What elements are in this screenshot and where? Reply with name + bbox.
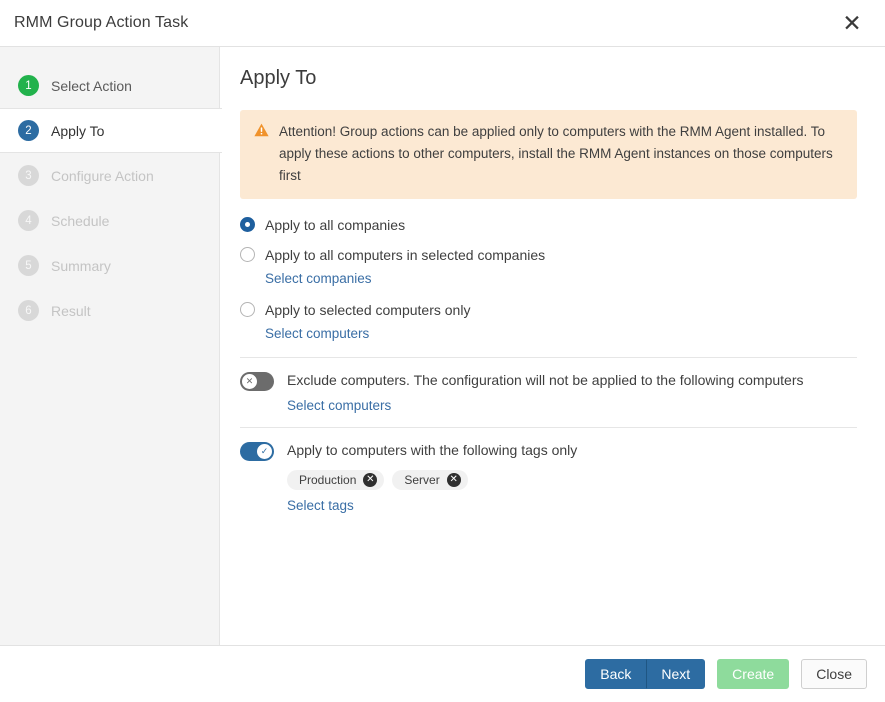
tag-remove-icon[interactable]: ✕: [363, 472, 378, 487]
toggle-knob: ✓: [257, 443, 272, 459]
tag-remove-icon[interactable]: ✕: [446, 472, 461, 487]
apply-tags-row: ✓ Apply to computers with the following …: [240, 441, 857, 515]
next-button[interactable]: Next: [646, 659, 706, 689]
select-companies-link[interactable]: Select companies: [265, 271, 857, 286]
step-label: Summary: [51, 257, 111, 274]
apply-tags-label: Apply to computers with the following ta…: [287, 441, 578, 458]
exclude-computers-body: Exclude computers. The configuration wil…: [287, 371, 803, 415]
alert-message: Attention! Group actions can be applied …: [279, 124, 833, 183]
sidebar-step-summary: 5 Summary: [0, 243, 219, 288]
step-label: Select Action: [51, 77, 132, 94]
create-button[interactable]: Create: [717, 659, 790, 689]
close-button[interactable]: Close: [801, 659, 867, 689]
radio-indicator[interactable]: [240, 247, 255, 263]
radio-label: Apply to all companies: [265, 216, 406, 233]
window-title: RMM Group Action Task: [14, 14, 189, 31]
apply-tags-body: Apply to computers with the following ta…: [287, 441, 577, 515]
page-title: Apply To: [240, 67, 317, 89]
select-tags-link[interactable]: Select tags: [287, 498, 354, 513]
radio-label: Apply to selected computers only: [265, 301, 471, 318]
scope-option-all-companies-group: Apply to all companies: [240, 217, 857, 233]
tag-chip: Production ✕: [287, 469, 385, 490]
tag-chip: Server ✕: [392, 469, 468, 490]
tag-label: Server: [404, 472, 440, 487]
step-label: Apply To: [51, 122, 105, 139]
step-label: Result: [51, 302, 91, 319]
back-button[interactable]: Back: [585, 659, 647, 689]
radio-option-apply-to-all-companies[interactable]: Apply to all companies: [240, 217, 857, 233]
sidebar-step-select-action[interactable]: 1 Select Action: [0, 63, 219, 108]
tag-label: Production: [299, 472, 357, 487]
modal-header: RMM Group Action Task ✕: [0, 0, 885, 47]
toggle-knob: ✕: [242, 373, 257, 389]
attention-alert: Attention! Group actions can be applied …: [240, 110, 857, 199]
radio-indicator[interactable]: [240, 302, 255, 318]
select-computers-link[interactable]: Select computers: [265, 326, 857, 341]
scope-option-selected-companies-group: Apply to all computers in selected compa…: [240, 247, 857, 286]
step-label: Schedule: [51, 212, 110, 229]
selected-tags-list: Production ✕ Server ✕: [287, 469, 577, 490]
sidebar-step-configure-action: 3 Configure Action: [0, 153, 219, 198]
exclude-computers-row: ✕ Exclude computers. The configuration w…: [240, 371, 857, 415]
step-number-badge: 1: [18, 75, 39, 96]
exclude-select-computers-link[interactable]: Select computers: [287, 398, 391, 413]
radio-label: Apply to all computers in selected compa…: [265, 246, 546, 263]
close-icon[interactable]: ✕: [837, 8, 867, 38]
step-number-badge: 3: [18, 165, 39, 186]
apply-tags-section: ✓ Apply to computers with the following …: [240, 428, 857, 515]
modal-footer: Back Next Create Close: [0, 646, 885, 702]
exclude-computers-section: ✕ Exclude computers. The configuration w…: [240, 358, 857, 415]
sidebar-step-result: 6 Result: [0, 288, 219, 333]
warning-triangle-icon: [254, 123, 269, 137]
step-number-badge: 2: [18, 120, 39, 141]
toggle-on-check-icon[interactable]: ✓: [240, 441, 274, 461]
toggle-off-x-icon[interactable]: ✕: [240, 371, 274, 391]
sidebar-step-apply-to[interactable]: 2 Apply To: [0, 108, 222, 153]
step-number-badge: 6: [18, 300, 39, 321]
step-label: Configure Action: [51, 167, 154, 184]
radio-option-apply-to-selected-companies[interactable]: Apply to all computers in selected compa…: [240, 247, 857, 263]
modal-body: 1 Select Action 2 Apply To 3 Configure A…: [0, 47, 885, 646]
rmm-group-action-task-modal: RMM Group Action Task ✕ 1 Select Action …: [0, 0, 885, 702]
main-content: Apply To Attention! Group actions can be…: [220, 47, 885, 645]
radio-indicator[interactable]: [240, 217, 255, 233]
wizard-steps-sidebar: 1 Select Action 2 Apply To 3 Configure A…: [0, 47, 222, 645]
scope-option-selected-computers-group: Apply to selected computers only Select …: [240, 302, 857, 341]
radio-option-apply-to-selected-computers[interactable]: Apply to selected computers only: [240, 302, 857, 318]
step-number-badge: 5: [18, 255, 39, 276]
exclude-computers-label: Exclude computers. The configuration wil…: [287, 371, 804, 388]
step-number-badge: 4: [18, 210, 39, 231]
sidebar-step-schedule: 4 Schedule: [0, 198, 219, 243]
navigation-button-group: Back Next: [585, 659, 706, 689]
